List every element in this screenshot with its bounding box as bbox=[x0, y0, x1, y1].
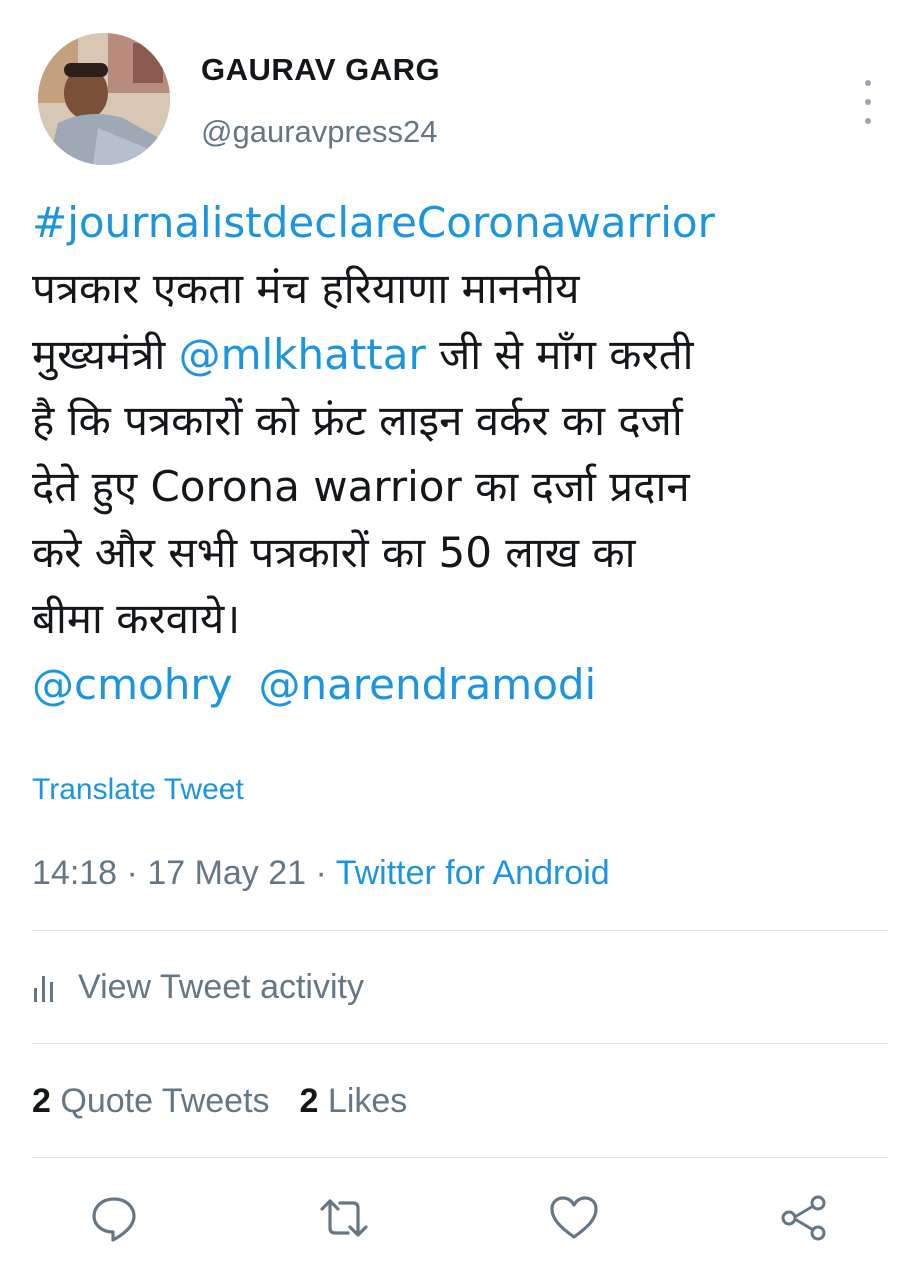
quote-count: 2 bbox=[32, 1082, 51, 1120]
tweet-line: जी से माँग करती bbox=[425, 330, 694, 379]
tweet-source-link[interactable]: Twitter for Android bbox=[336, 854, 610, 892]
view-tweet-activity-button[interactable]: View Tweet activity bbox=[32, 968, 364, 1007]
tweet-text: #journalistdeclareCoronawarrior पत्रकार … bbox=[32, 190, 892, 718]
heart-icon bbox=[550, 1196, 598, 1239]
divider bbox=[32, 1157, 888, 1158]
likes-stat[interactable]: 2 Likes bbox=[300, 1082, 408, 1120]
user-handle[interactable]: @gauravpress24 bbox=[201, 114, 438, 150]
tweet-line: करे और सभी पत्रकारों का 50 लाख का bbox=[32, 528, 636, 577]
share-button[interactable] bbox=[776, 1190, 832, 1246]
reply-icon bbox=[92, 1197, 136, 1242]
divider bbox=[32, 930, 888, 931]
more-dot bbox=[865, 99, 871, 105]
retweet-icon bbox=[320, 1199, 368, 1237]
meta-separator: · bbox=[306, 854, 336, 892]
display-name[interactable]: GAURAV GARG bbox=[201, 52, 440, 88]
divider bbox=[32, 1043, 888, 1044]
tweet-time: 14:18 bbox=[32, 854, 118, 892]
more-options-button[interactable] bbox=[856, 80, 880, 124]
tweet-actions bbox=[0, 1190, 919, 1250]
share-icon bbox=[781, 1195, 826, 1241]
more-dot bbox=[865, 118, 871, 124]
tweet-date: 17 May 21 bbox=[147, 854, 307, 892]
activity-label: View Tweet activity bbox=[78, 968, 364, 1006]
more-vertical-icon bbox=[865, 80, 871, 86]
like-count: 2 bbox=[299, 1082, 319, 1120]
reply-button[interactable] bbox=[86, 1190, 142, 1246]
tweet-stats: 2 Quote Tweets 2 Likes bbox=[32, 1082, 437, 1121]
like-label: Likes bbox=[327, 1082, 408, 1120]
mention-link[interactable]: @narendramodi bbox=[258, 660, 596, 709]
tweet-line: पत्रकार एकता मंच हरियाणा माननीय bbox=[32, 264, 580, 313]
tweet-line: बीमा करवाये। bbox=[32, 594, 241, 643]
retweet-button[interactable] bbox=[316, 1190, 372, 1246]
bar-chart-icon bbox=[34, 975, 53, 1002]
tweet-meta: 14:18 · 17 May 21 · Twitter for Android bbox=[32, 854, 610, 893]
meta-separator: · bbox=[117, 854, 148, 892]
quote-tweets-stat[interactable]: 2 Quote Tweets bbox=[32, 1082, 270, 1120]
mention-link[interactable]: @mlkhattar bbox=[179, 330, 426, 379]
tweet-line: देते हुए Corona warrior का दर्जा प्रदान bbox=[32, 462, 690, 511]
mention-link[interactable]: @cmohry bbox=[32, 660, 232, 709]
avatar[interactable] bbox=[38, 33, 170, 165]
quote-label: Quote Tweets bbox=[60, 1082, 270, 1120]
tweet-line: मुख्यमंत्री bbox=[32, 330, 179, 379]
translate-tweet-link[interactable]: Translate Tweet bbox=[32, 773, 244, 807]
tweet-line: है कि पत्रकारों को फ्रंट लाइन वर्कर का द… bbox=[32, 396, 683, 445]
hashtag-link[interactable]: #journalistdeclareCoronawarrior bbox=[32, 198, 715, 247]
like-button[interactable] bbox=[546, 1190, 602, 1246]
avatar-photo bbox=[38, 33, 170, 165]
